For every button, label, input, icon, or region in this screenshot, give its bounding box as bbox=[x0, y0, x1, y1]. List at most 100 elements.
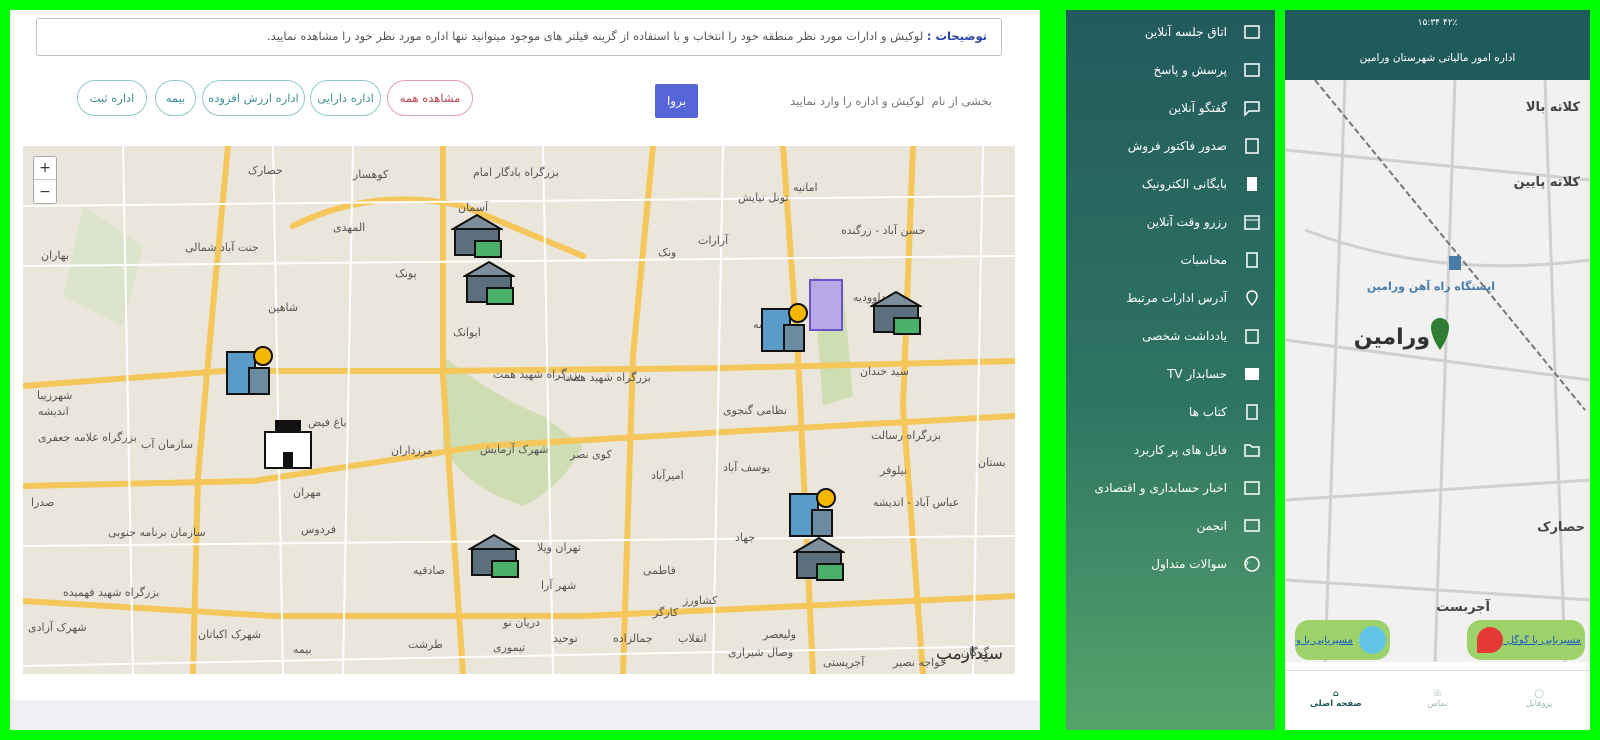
map-label: عباس آباد - اندیشه bbox=[873, 496, 960, 509]
vat-office-marker-icon[interactable] bbox=[758, 303, 810, 355]
map-label: شهرک آزمایش bbox=[480, 443, 549, 456]
menu-item-calculations[interactable]: محاسبات bbox=[1066, 243, 1275, 277]
forum-icon bbox=[1241, 515, 1263, 537]
map-label: سید خندان bbox=[860, 365, 909, 378]
vat-office-marker-icon[interactable] bbox=[223, 346, 275, 398]
menu-item-label: کتاب ها bbox=[1188, 405, 1227, 419]
menu-item-label: سوالات متداول bbox=[1151, 557, 1227, 571]
map-label: حصارک bbox=[248, 164, 283, 177]
map-label: تهران ویلا bbox=[537, 541, 581, 554]
map-label: بزرگراه رسالت bbox=[871, 429, 942, 442]
qa-icon bbox=[1241, 59, 1263, 81]
menu-item-reservation[interactable]: رزرو وقت آنلاین bbox=[1066, 205, 1275, 239]
map-label: المهدی bbox=[333, 221, 366, 234]
finance-office-marker-icon[interactable] bbox=[451, 211, 503, 263]
filter-show-all[interactable]: مشاهده همه bbox=[387, 80, 473, 116]
google-maps-navigation-button[interactable]: مسیریابی با گوگل مپ bbox=[1467, 620, 1585, 660]
map-label: بزرگراه شهید فهمیده bbox=[63, 586, 160, 599]
map-label: ولیعصر bbox=[763, 628, 796, 641]
map-label: شهرک اکباتان bbox=[198, 628, 262, 641]
phone-map-label: آجربست bbox=[1436, 600, 1490, 615]
description-label: توضیحات : bbox=[926, 29, 987, 43]
tab-home[interactable]: ⌂ صفحه اصلی bbox=[1285, 671, 1387, 726]
map-label: کشاورز bbox=[683, 594, 718, 607]
folder-icon bbox=[1241, 439, 1263, 461]
map-label: بیمه bbox=[293, 643, 312, 656]
svg-text:?: ? bbox=[1244, 560, 1249, 571]
zoom-out-button[interactable]: − bbox=[34, 180, 56, 203]
map-label: مهران bbox=[293, 486, 322, 499]
map-pin-icon bbox=[1241, 287, 1263, 309]
phone-header: اداره امور مالیاتی شهرستان ورامین bbox=[1285, 35, 1590, 80]
status-time: ۱۵:۳۴ ۴۲٪ bbox=[1417, 17, 1458, 28]
menu-item-label: انجمن bbox=[1196, 519, 1228, 533]
menu-item-label: فایل های پر کاربرد bbox=[1133, 443, 1227, 457]
menu-item-chat[interactable]: گفتگو آنلاین bbox=[1066, 91, 1275, 125]
phone-map-roads bbox=[1285, 80, 1590, 662]
map-label: ایوانک bbox=[453, 326, 481, 339]
filter-vat-office[interactable]: اداره ارزش افزوده bbox=[202, 80, 305, 116]
finance-office-marker-icon[interactable] bbox=[468, 531, 520, 583]
zoom-in-button[interactable]: + bbox=[34, 157, 56, 180]
menu-item-accountant-tv[interactable]: حسابدار TV bbox=[1066, 357, 1275, 391]
map-label: فردوس bbox=[301, 523, 336, 536]
menu-item-label: حسابدار TV bbox=[1167, 367, 1227, 381]
filter-finance-office[interactable]: اداره دارایی bbox=[310, 80, 381, 116]
vat-office-marker-icon[interactable] bbox=[786, 488, 838, 540]
menu-item-label: پرسش و پاسخ bbox=[1153, 63, 1227, 77]
map-label: آرارات bbox=[698, 234, 729, 247]
map-label: دریان نو bbox=[503, 616, 540, 629]
news-icon bbox=[1241, 477, 1263, 499]
menu-item-meeting-room[interactable]: اتاق جلسه آنلاین bbox=[1066, 15, 1275, 49]
menu-item-label: رزرو وقت آنلاین bbox=[1146, 215, 1227, 229]
map-label: جنت آباد شمالی bbox=[185, 241, 259, 254]
phone-map[interactable]: کلاته بالا کلاته پایین ایستگاه راه آهن و… bbox=[1285, 80, 1590, 662]
finance-office-marker-icon[interactable] bbox=[793, 534, 845, 586]
finance-office-marker-icon[interactable] bbox=[870, 288, 922, 340]
map-label: صدرا bbox=[31, 496, 55, 509]
menu-item-books[interactable]: کتاب ها bbox=[1066, 395, 1275, 429]
map-label: کوهسار bbox=[353, 168, 389, 181]
menu-item-notes[interactable]: یادداشت شخصی bbox=[1066, 319, 1275, 353]
finance-office-marker-icon[interactable] bbox=[463, 258, 515, 310]
search-go-button[interactable]: بروا bbox=[655, 84, 698, 118]
phone-map-label: کلاته بالا bbox=[1525, 100, 1580, 115]
meeting-room-icon bbox=[1241, 21, 1263, 43]
map-label: کارگر bbox=[653, 606, 679, 619]
phone-bottom-nav: ◯ پروفایل ☏ تماس ⌂ صفحه اصلی bbox=[1285, 670, 1590, 726]
map-label: یوسف آباد bbox=[723, 461, 771, 474]
waze-icon bbox=[1358, 626, 1386, 654]
waze-navigation-button[interactable]: مسیریابی با وِیز bbox=[1295, 620, 1390, 660]
menu-item-invoice[interactable]: صدور فاکتور فروش bbox=[1066, 129, 1275, 163]
menu-item-files[interactable]: فایل های پر کاربرد bbox=[1066, 433, 1275, 467]
map-label: بزرگراه علامه جعفری bbox=[38, 431, 137, 444]
menu-item-faq[interactable]: ? سوالات متداول bbox=[1066, 547, 1275, 581]
map-label: شهر آرا bbox=[541, 579, 577, 592]
insurance-marker-icon[interactable] bbox=[808, 276, 844, 332]
map-label: جهاد bbox=[735, 531, 756, 544]
side-menu: اتاق جلسه آنلاین پرسش و پاسخ گفتگو آنلای… bbox=[1066, 10, 1275, 730]
menu-item-news[interactable]: اخبار حسابداری و اقتصادی bbox=[1066, 471, 1275, 505]
office-search-input[interactable] bbox=[750, 88, 1000, 114]
map-label: تیموری bbox=[493, 641, 526, 654]
map-label: ونک bbox=[658, 246, 677, 259]
map-label: کوی نصر bbox=[570, 448, 612, 461]
menu-item-archive[interactable]: بایگانی الکترونیک bbox=[1066, 167, 1275, 201]
menu-item-office-addresses[interactable]: آدرس ادارات مرتبط bbox=[1066, 281, 1275, 315]
menu-item-qa[interactable]: پرسش و پاسخ bbox=[1066, 53, 1275, 87]
map-label: امانیه bbox=[793, 181, 818, 194]
registry-office-marker-icon[interactable] bbox=[261, 418, 315, 472]
map-label: اندیشه bbox=[38, 405, 69, 418]
map-brand-logo: سیدارمپ bbox=[935, 644, 1003, 664]
tab-contact[interactable]: ☏ تماس bbox=[1387, 671, 1489, 726]
menu-item-label: یادداشت شخصی bbox=[1142, 329, 1227, 343]
map-label: نیلوفر bbox=[880, 464, 908, 477]
tab-label: تماس bbox=[1427, 698, 1448, 709]
tab-profile[interactable]: ◯ پروفایل bbox=[1488, 671, 1590, 726]
filter-insurance[interactable]: بیمه bbox=[155, 80, 196, 116]
phone-status-bar: ۱۵:۳۴ ۴۲٪ bbox=[1285, 10, 1590, 35]
offices-map[interactable]: + − حصارک کوهسار آسمان بزرگراه بادگار ام… bbox=[23, 146, 1015, 674]
filter-registry-office[interactable]: اداره ثبت bbox=[77, 80, 147, 116]
menu-item-forum[interactable]: انجمن bbox=[1066, 509, 1275, 543]
phone-screen: ۱۵:۳۴ ۴۲٪ اداره امور مالیاتی شهرستان ورا… bbox=[1285, 10, 1590, 730]
